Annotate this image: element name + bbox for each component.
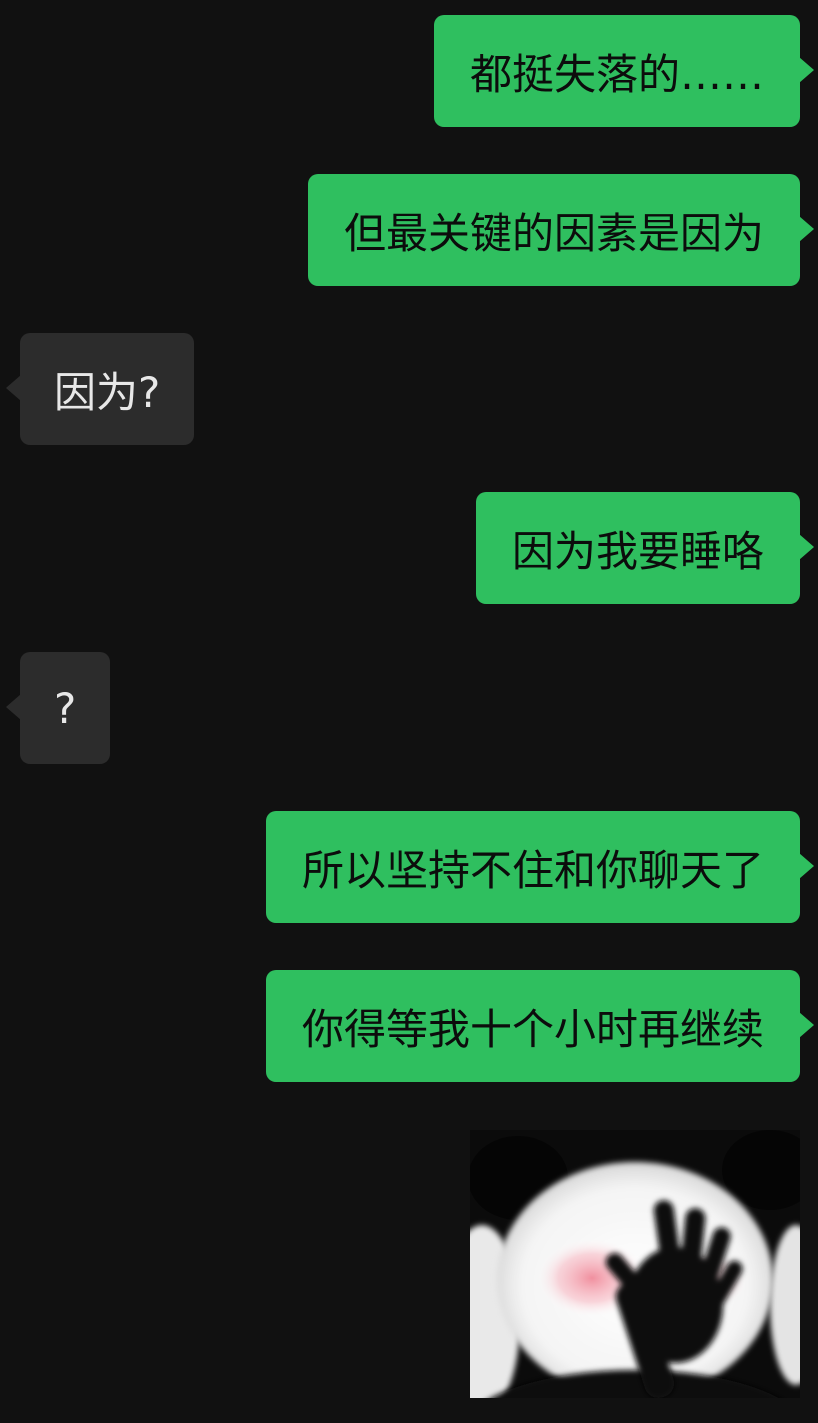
- message-text: 因为我要睡咯: [511, 526, 764, 576]
- sent-message-bubble[interactable]: 你得等我十个小时再继续: [265, 970, 815, 1082]
- message-row: ?: [0, 652, 818, 764]
- message-text: 但最关键的因素是因为: [343, 208, 764, 258]
- message-text: 所以坚持不住和你聊天了: [301, 845, 764, 895]
- received-message-bubble[interactable]: 因为?: [5, 333, 195, 445]
- message-text: 都挺失落的……: [469, 49, 764, 99]
- message-text: 因为?: [54, 367, 161, 417]
- message-row: 你得等我十个小时再继续: [0, 970, 818, 1082]
- received-message-bubble[interactable]: ?: [5, 652, 111, 764]
- message-row: 因为?: [0, 333, 818, 445]
- message-text: 你得等我十个小时再继续: [301, 1004, 764, 1054]
- panda-sticker-image[interactable]: [470, 1130, 800, 1398]
- message-row: 都挺失落的……: [0, 15, 818, 127]
- sent-message-bubble[interactable]: 因为我要睡咯: [475, 492, 815, 604]
- sent-message-bubble[interactable]: 都挺失落的……: [433, 15, 815, 127]
- message-row: 因为我要睡咯: [0, 492, 818, 604]
- message-row: 但最关键的因素是因为: [0, 174, 818, 286]
- panda-covering-face-icon: [470, 1130, 800, 1398]
- sent-message-bubble[interactable]: 但最关键的因素是因为: [307, 174, 815, 286]
- message-row: 所以坚持不住和你聊天了: [0, 811, 818, 923]
- sent-message-bubble[interactable]: 所以坚持不住和你聊天了: [265, 811, 815, 923]
- message-text: ?: [54, 683, 77, 733]
